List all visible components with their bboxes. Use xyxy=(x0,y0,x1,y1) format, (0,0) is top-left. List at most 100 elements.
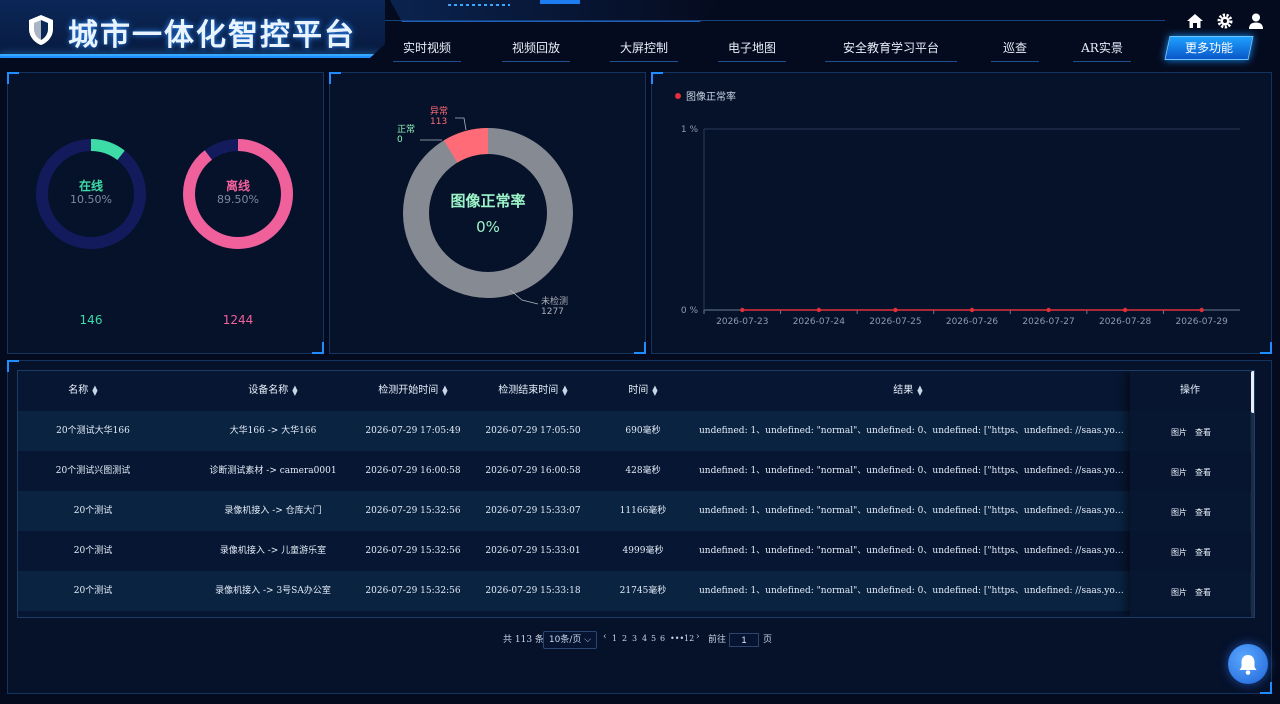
records-table: 名称 ▲ ▼ 设备名称 ▲ ▼ 检测开始时间 ▲ ▼ 检测结束时间 ▲ ▼ 时间 ▲ ▼ 结果 ▲ ▼ … xyxy=(17,370,1255,618)
sort-icon[interactable]: ▲ ▼ xyxy=(917,384,922,396)
view-button[interactable]: 查看 xyxy=(1195,427,1211,438)
table-row[interactable]: 20个测试 录像机接入 -> 3号SA办公室 2026-07-29 15:32:56… xyxy=(18,571,1254,611)
normal-annotation: 正常 0 xyxy=(397,125,415,145)
page-number[interactable]: 2 xyxy=(622,634,627,643)
cell-device: 录像机接入 -> 儿童游乐室 xyxy=(219,546,327,556)
legend-label: 图像正常率 xyxy=(686,92,736,103)
unchecked-value: 1277 xyxy=(541,307,564,317)
nav-electronic-map[interactable]: 电子地图 xyxy=(718,36,786,62)
view-button[interactable]: 查看 xyxy=(1195,507,1211,518)
nav-realtime-video[interactable]: 实时视频 xyxy=(393,36,461,62)
sort-icon[interactable]: ▲ ▼ xyxy=(292,384,297,396)
th-device[interactable]: 设备名称 ▲ ▼ xyxy=(188,371,358,411)
cell-name: 20个测试 xyxy=(73,506,113,516)
th-operation: 操作 xyxy=(1180,385,1200,396)
legend-dot xyxy=(675,93,681,99)
table-row[interactable]: 20个测试 录像机接入 -> 仓库大门 2026-07-29 15:32:56 202… xyxy=(18,491,1254,531)
cell-duration: 11166毫秒 xyxy=(619,506,667,516)
abnormal-label: 异常 xyxy=(430,107,449,117)
cell-duration: 428毫秒 xyxy=(625,466,661,476)
cell-start: 2026-07-29 16:00:58 xyxy=(365,466,461,476)
sort-icon[interactable]: ▲ ▼ xyxy=(92,384,97,396)
operation-cell: 图片 查看 xyxy=(1130,491,1250,531)
x-tick-label: 2026-07-23 xyxy=(716,317,768,327)
th-duration[interactable]: 时间 ▲ ▼ xyxy=(598,371,688,411)
cell-start: 2026-07-29 15:32:56 xyxy=(365,546,461,556)
online-count: 146 xyxy=(79,313,103,327)
more-functions-button[interactable]: 更多功能 xyxy=(1164,36,1254,60)
page-size-select[interactable]: 10条/页 ⌵ xyxy=(543,631,597,649)
table-row[interactable]: 20个测试 录像机接入 -> 儿童游乐室 2026-07-29 15:32:56 20… xyxy=(18,531,1254,571)
sort-icon[interactable]: ▲ ▼ xyxy=(652,384,657,396)
cell-device: 大华166 -> 大华166 xyxy=(229,426,317,436)
cell-result: undefined: 1、undefined: "normal"、undefin… xyxy=(699,586,1124,596)
image-button[interactable]: 图片 xyxy=(1171,507,1187,518)
cell-result: undefined: 1、undefined: "normal"、undefin… xyxy=(699,426,1124,436)
page-size-value: 10条/页 xyxy=(548,635,582,645)
cell-name: 20个测试 xyxy=(73,586,113,596)
nav-patrol[interactable]: 巡查 xyxy=(991,36,1039,62)
image-button[interactable]: 图片 xyxy=(1171,587,1187,598)
bell-icon xyxy=(1239,655,1257,675)
unchecked-label: 未检测 xyxy=(541,297,569,307)
data-point xyxy=(816,307,822,313)
th-start-time[interactable]: 检测开始时间 ▲ ▼ xyxy=(358,371,468,411)
chart-legend[interactable]: 图像正常率 xyxy=(675,88,736,103)
user-icon[interactable] xyxy=(1247,12,1265,30)
view-button[interactable]: 查看 xyxy=(1195,547,1211,558)
y-tick-label: 0 % xyxy=(681,306,699,316)
online-percent: 10.50% xyxy=(70,193,112,206)
image-button[interactable]: 图片 xyxy=(1171,547,1187,558)
cell-end: 2026-07-29 15:33:18 xyxy=(485,586,581,596)
table-row[interactable]: 20个测试大华166 大华166 -> 大华166 2026-07-29 17:05… xyxy=(18,411,1254,451)
nav-screen-control[interactable]: 大屏控制 xyxy=(610,36,678,62)
data-point xyxy=(969,307,975,313)
page-number[interactable]: 6 xyxy=(660,634,665,643)
sort-icon[interactable]: ▲ ▼ xyxy=(562,384,567,396)
th-end-time[interactable]: 检测结束时间 ▲ ▼ xyxy=(478,371,588,411)
image-button[interactable]: 图片 xyxy=(1171,427,1187,438)
page-number[interactable]: 4 xyxy=(642,634,647,643)
view-button[interactable]: 查看 xyxy=(1195,587,1211,598)
cell-start: 2026-07-29 15:32:56 xyxy=(365,586,461,596)
page-number[interactable]: 3 xyxy=(632,634,637,643)
table-scrollbar-thumb[interactable] xyxy=(1251,371,1254,413)
goto-label: 前往 xyxy=(708,635,727,645)
goto-page-input[interactable] xyxy=(729,633,759,647)
nav-ar-scene[interactable]: AR实景 xyxy=(1073,36,1131,62)
next-page-button[interactable]: › xyxy=(696,632,700,642)
x-tick-label: 2026-07-26 xyxy=(946,317,999,327)
th-result[interactable]: 结果 ▲ ▼ xyxy=(858,371,958,411)
more-functions-label: 更多功能 xyxy=(1184,41,1233,55)
cell-end: 2026-07-29 15:33:07 xyxy=(485,506,581,516)
page-number[interactable]: 1 xyxy=(612,634,617,643)
table-row[interactable]: 20个测试兴图测试 诊断测试素材 -> camera0001 2026-07-29 … xyxy=(18,451,1254,491)
image-button[interactable]: 图片 xyxy=(1171,467,1187,478)
operation-column: 操作 图片 查看 图片 查看 图片 查看 图片 查看 图片 查看 xyxy=(1130,371,1250,617)
y-tick-label: 1 % xyxy=(681,125,699,135)
notification-button[interactable] xyxy=(1228,644,1268,684)
abnormal-annotation: 异常 113 xyxy=(430,107,448,127)
x-tick-label: 2026-07-25 xyxy=(869,317,921,327)
nav-video-playback[interactable]: 视频回放 xyxy=(502,36,570,62)
view-button[interactable]: 查看 xyxy=(1195,467,1211,478)
page-number[interactable]: 12 xyxy=(684,634,694,643)
th-name[interactable]: 名称 ▲ ▼ xyxy=(38,371,128,411)
page-number[interactable]: 5 xyxy=(651,634,656,643)
cell-end: 2026-07-29 16:00:58 xyxy=(485,466,581,476)
nav-safety-education[interactable]: 安全教育学习平台 xyxy=(825,36,957,62)
page-unit-label: 页 xyxy=(763,635,773,645)
cell-duration: 690毫秒 xyxy=(625,426,661,436)
header-decoration xyxy=(390,0,720,22)
data-point xyxy=(1046,307,1051,313)
gear-icon[interactable] xyxy=(1216,12,1234,30)
chevron-down-icon: ⌵ xyxy=(581,635,592,645)
donut-leader-lines xyxy=(420,117,539,305)
x-tick-label: 2026-07-29 xyxy=(1176,317,1229,327)
table-scrollbar-track[interactable] xyxy=(1251,413,1254,617)
home-icon[interactable] xyxy=(1186,12,1204,30)
prev-page-button[interactable]: ‹ xyxy=(603,632,607,642)
abnormal-value: 113 xyxy=(430,117,448,127)
page-ellipsis[interactable]: ••• xyxy=(670,634,684,643)
sort-icon[interactable]: ▲ ▼ xyxy=(442,384,447,396)
